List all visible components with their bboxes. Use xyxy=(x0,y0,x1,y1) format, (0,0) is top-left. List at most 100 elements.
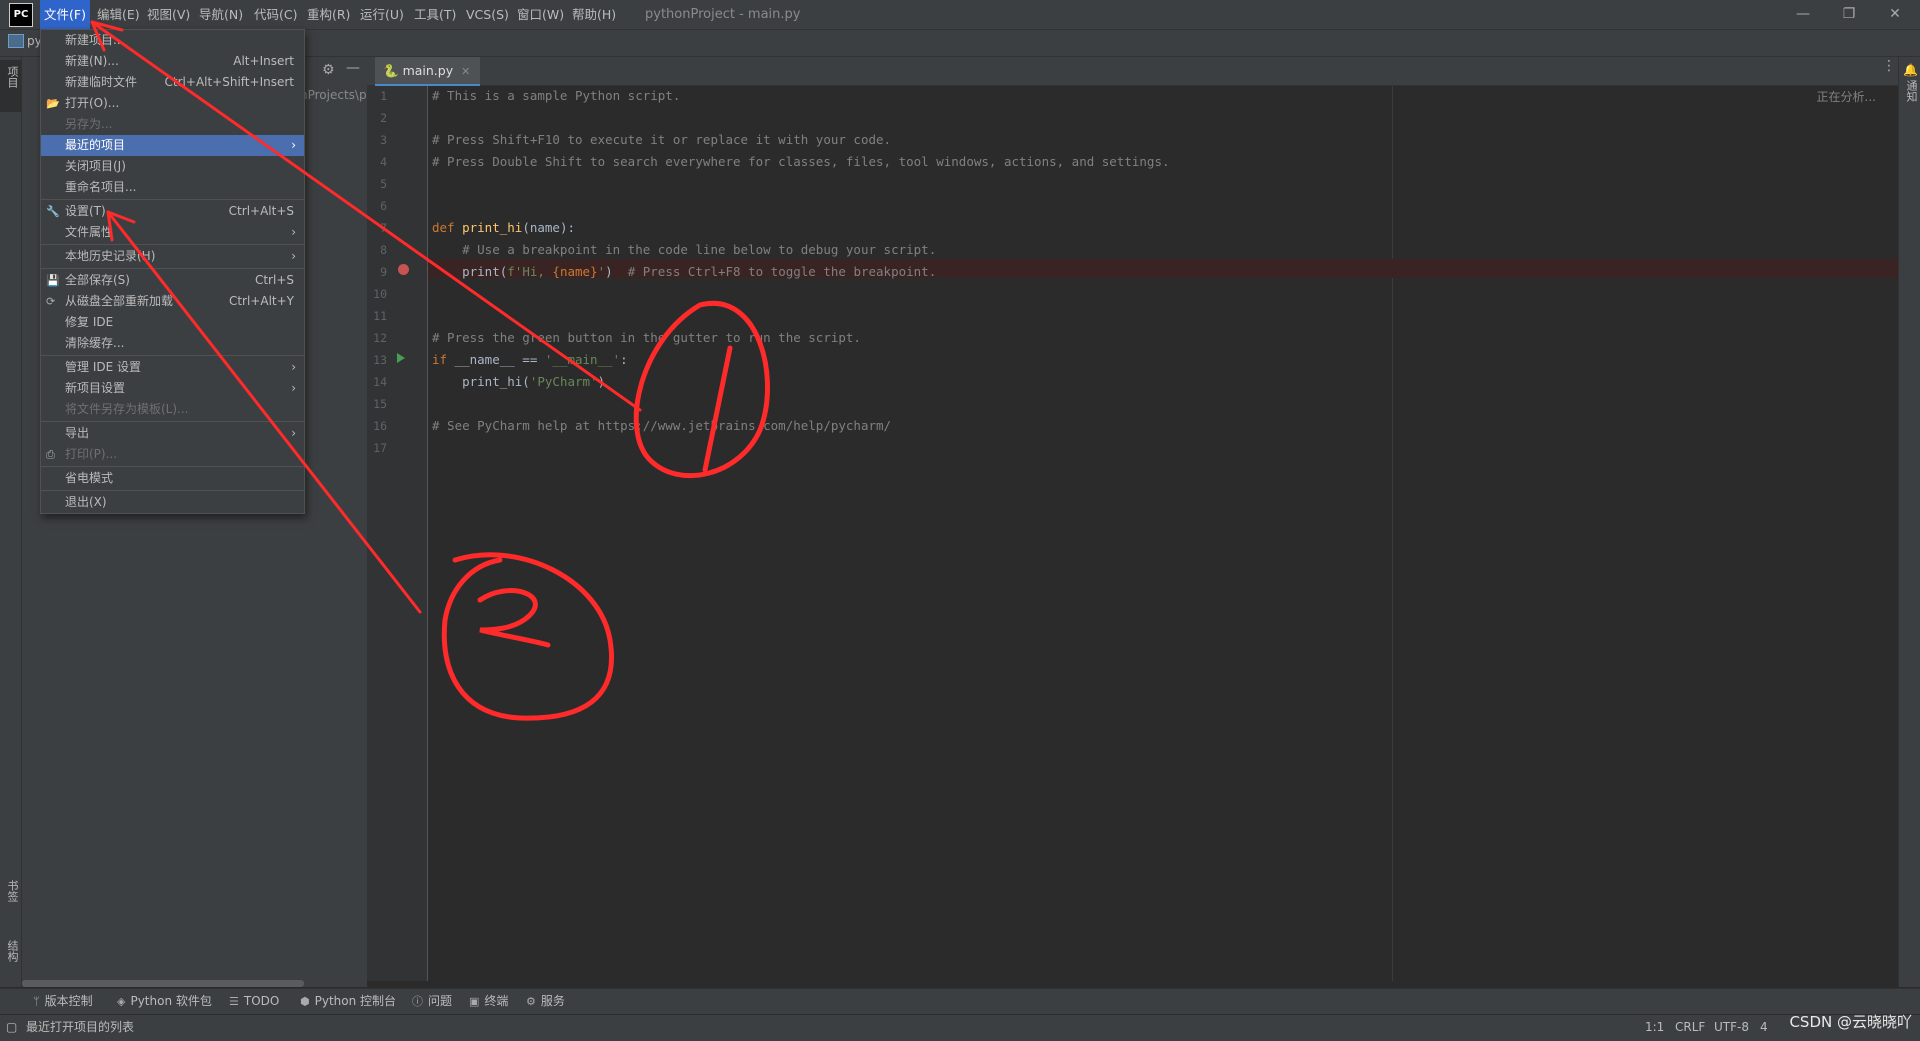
menu-rename-project[interactable]: 重命名项目... xyxy=(41,177,304,198)
tool-services[interactable]: ⚙ 服务 xyxy=(526,988,565,1014)
collapse-icon[interactable]: — xyxy=(346,60,360,76)
bell-icon[interactable]: 🔔 xyxy=(1903,63,1918,77)
menu-separator xyxy=(41,490,304,491)
tool-window-bar xyxy=(0,988,1920,1015)
tool-python-console[interactable]: ⬢ Python 控制台 xyxy=(300,988,396,1014)
file-encoding[interactable]: UTF-8 xyxy=(1714,1014,1749,1040)
tool-todo[interactable]: ☰ TODO xyxy=(229,988,279,1014)
menu-file[interactable]: 文件(F) xyxy=(40,0,90,29)
restore-button[interactable]: ❐ xyxy=(1826,0,1872,29)
more-options-icon[interactable]: ⋮ xyxy=(1882,58,1896,74)
project-scrollbar[interactable] xyxy=(22,980,304,987)
status-square-icon[interactable]: ▢ xyxy=(6,1014,17,1040)
menu-print[interactable]: ⎙ 打印(P)... xyxy=(41,444,304,465)
python-icon: ⬢ xyxy=(300,995,310,1008)
line-number: 17 xyxy=(373,441,387,455)
menu-help[interactable]: 帮助(H) xyxy=(568,0,620,29)
gear-icon[interactable]: ⚙ xyxy=(322,62,335,78)
submenu-arrow-icon: › xyxy=(291,426,296,440)
menu-edit[interactable]: 编辑(E) xyxy=(93,0,144,29)
save-icon: 💾 xyxy=(46,274,60,287)
menu-item-label: 设置(T)... xyxy=(65,204,118,218)
menu-navigate[interactable]: 导航(N) xyxy=(195,0,247,29)
fstring-end: ' xyxy=(597,264,606,279)
tool-terminal[interactable]: ▣ 终端 xyxy=(469,988,508,1014)
menu-open[interactable]: 📂 打开(O)... xyxy=(41,93,304,114)
menu-reload-all[interactable]: ⟳ 从磁盘全部重新加载 Ctrl+Alt+Y xyxy=(41,291,304,312)
structure-tool-label[interactable]: 结构 xyxy=(4,940,20,962)
indent-setting[interactable]: 4 xyxy=(1760,1014,1768,1040)
tool-label: Python 软件包 xyxy=(130,994,212,1008)
code-editor[interactable] xyxy=(428,86,1898,981)
menu-item-label: 重命名项目... xyxy=(65,180,137,194)
window-title: pythonProject - main.py xyxy=(645,7,801,22)
name-compare: __name__ == xyxy=(454,352,545,367)
menu-separator xyxy=(41,244,304,245)
menu-item-label: 修复 IDE xyxy=(65,315,114,329)
menu-repair-ide[interactable]: 修复 IDE xyxy=(41,312,304,333)
menu-tools[interactable]: 工具(T) xyxy=(410,0,460,29)
menu-invalidate-caches[interactable]: 清除缓存... xyxy=(41,333,304,354)
menu-recent-projects[interactable]: 最近的项目 › xyxy=(41,135,304,156)
menu-view[interactable]: 视图(V) xyxy=(143,0,194,29)
menu-separator xyxy=(41,421,304,422)
line-number: 3 xyxy=(380,133,387,147)
menu-settings[interactable]: 🔧 设置(T)... Ctrl+Alt+S xyxy=(41,201,304,222)
menu-item-label: 另存为... xyxy=(65,117,113,131)
menu-separator xyxy=(41,268,304,269)
menu-item-label: 新项目设置 xyxy=(65,381,126,395)
main-string: '__main__' xyxy=(544,352,621,367)
menu-power-save[interactable]: 省电模式 xyxy=(41,468,304,489)
tab-main-py[interactable]: 🐍 main.py ✕ xyxy=(375,57,481,87)
code-line-14: print_hi('PyCharm') xyxy=(432,374,605,389)
services-icon: ⚙ xyxy=(526,995,536,1008)
menu-save-as[interactable]: 另存为... xyxy=(41,114,304,135)
menu-window[interactable]: 窗口(W) xyxy=(513,0,568,29)
menu-export[interactable]: 导出 › xyxy=(41,423,304,444)
menu-exit[interactable]: 退出(X) xyxy=(41,492,304,513)
tool-version-control[interactable]: ᛘ 版本控制 xyxy=(33,988,93,1014)
menu-refactor[interactable]: 重构(R) xyxy=(303,0,354,29)
print-icon: ⎙ xyxy=(46,448,55,461)
code-line-12: # Press the green button in the gutter t… xyxy=(432,330,861,345)
menu-item-label: 打开(O)... xyxy=(65,96,120,110)
menu-new[interactable]: 新建(N)... Alt+Insert xyxy=(41,51,304,72)
menu-new-project-settings[interactable]: 新项目设置 › xyxy=(41,378,304,399)
tool-python-packages[interactable]: ◈ Python 软件包 xyxy=(117,988,212,1014)
run-gutter-icon[interactable] xyxy=(397,353,405,363)
pycharm-string: 'PyCharm' xyxy=(529,374,598,389)
close-tab-icon[interactable]: ✕ xyxy=(461,65,470,78)
project-window-icon[interactable] xyxy=(8,34,24,48)
menu-item-label: 文件属性 xyxy=(65,225,114,239)
menu-separator xyxy=(41,199,304,200)
line-number: 11 xyxy=(373,309,387,323)
menu-save-as-template[interactable]: 将文件另存为模板(L)... xyxy=(41,399,304,420)
menu-code[interactable]: 代码(C) xyxy=(250,0,301,29)
menu-close-project[interactable]: 关闭项目(J) xyxy=(41,156,304,177)
menu-vcs[interactable]: VCS(S) xyxy=(462,0,513,29)
status-bar xyxy=(0,1014,1920,1041)
minimize-button[interactable]: — xyxy=(1780,0,1826,29)
project-tool-button[interactable]: 项目 xyxy=(0,60,21,112)
close-button[interactable]: ✕ xyxy=(1872,0,1918,29)
left-tool-strip xyxy=(0,57,22,987)
caret-position[interactable]: 1:1 xyxy=(1645,1014,1664,1040)
menu-new-project[interactable]: 新建项目... xyxy=(41,30,304,51)
menu-local-history[interactable]: 本地历史记录(H) › xyxy=(41,246,304,267)
reload-icon: ⟳ xyxy=(46,295,56,308)
tool-problems[interactable]: ⓘ 问题 xyxy=(412,988,452,1014)
bookmarks-tool-label[interactable]: 书签 xyxy=(4,880,20,902)
menu-run[interactable]: 运行(U) xyxy=(356,0,408,29)
watermark: CSDN @云晓晓吖 xyxy=(1789,1013,1912,1031)
notifications-tool-label[interactable]: 通知 xyxy=(1903,80,1919,102)
print-close: ) xyxy=(605,264,628,279)
menu-new-scratch[interactable]: 新建临时文件 Ctrl+Alt+Shift+Insert xyxy=(41,72,304,93)
code-line-9: print(f'Hi, {name}') # Press Ctrl+F8 to … xyxy=(432,264,936,279)
file-menu-dropdown: 新建项目... 新建(N)... Alt+Insert 新建临时文件 Ctrl+Al… xyxy=(40,29,305,514)
menu-save-all[interactable]: 💾 全部保存(S) Ctrl+S xyxy=(41,270,304,291)
menu-file-properties[interactable]: 文件属性 › xyxy=(41,222,304,243)
tool-label: Python 控制台 xyxy=(314,994,397,1008)
line-separator[interactable]: CRLF xyxy=(1675,1014,1705,1040)
breakpoint-icon[interactable] xyxy=(398,264,409,275)
menu-manage-ide-settings[interactable]: 管理 IDE 设置 › xyxy=(41,357,304,378)
